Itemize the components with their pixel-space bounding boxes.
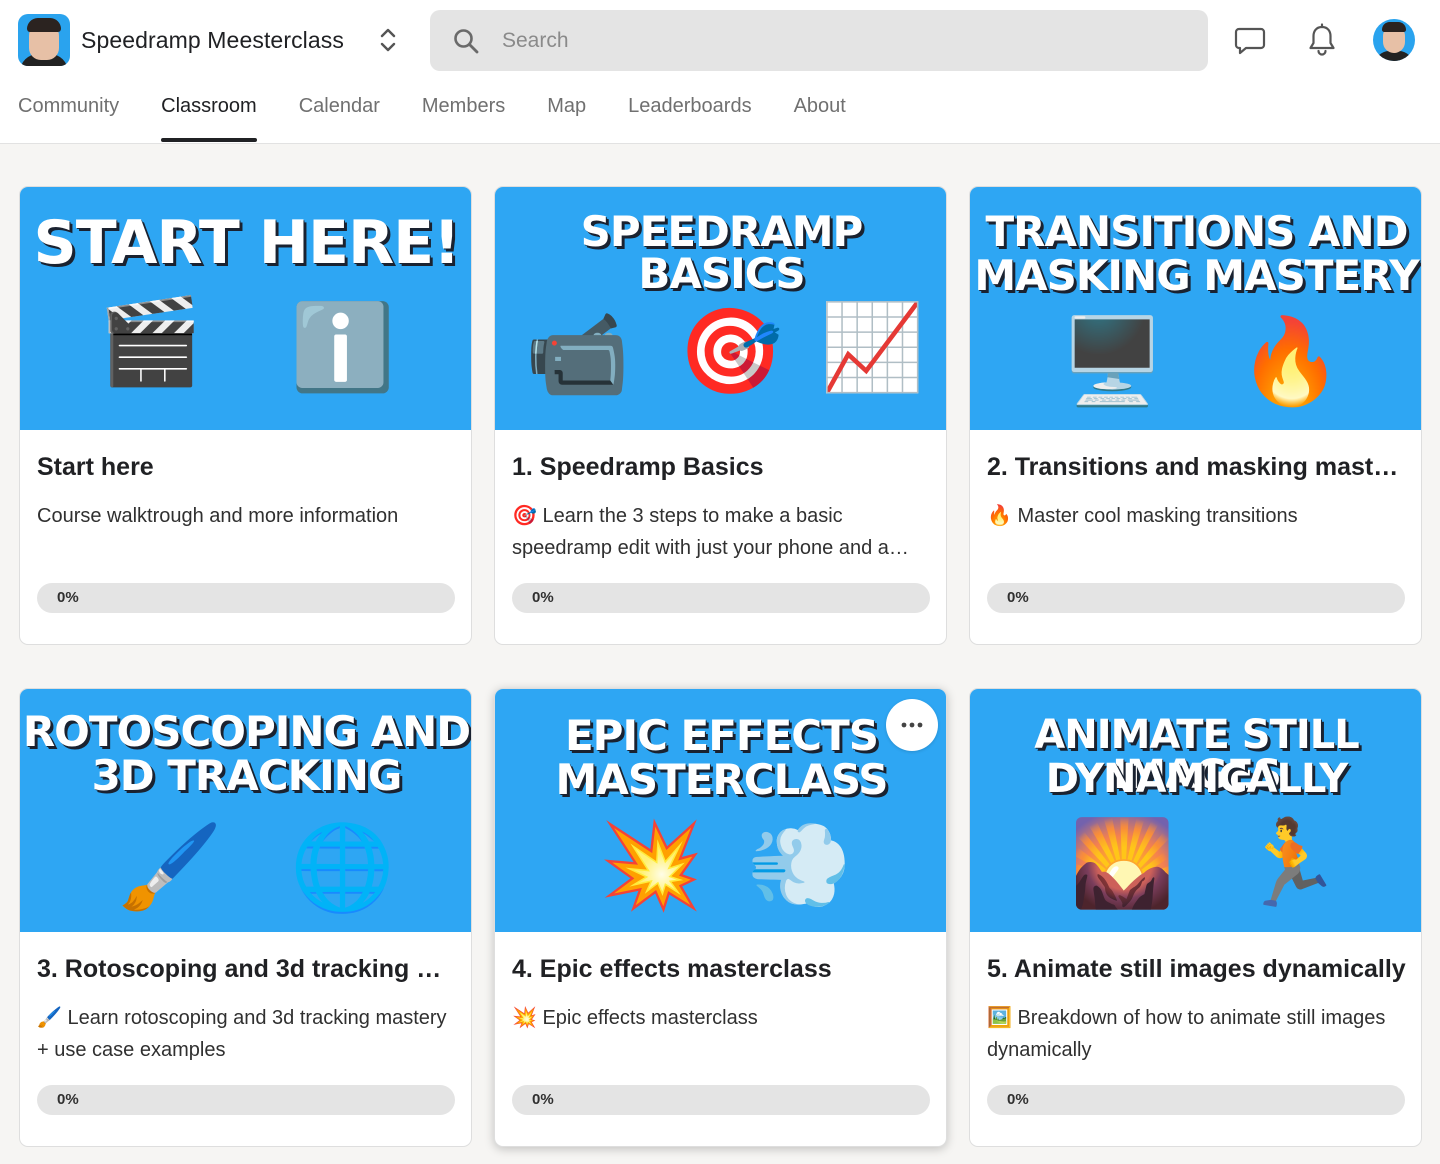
course-description: 🖼️ Breakdown of how to animate still ima…: [987, 1007, 1386, 1061]
course-description: Course walktrough and more information: [37, 505, 399, 527]
tab-map[interactable]: Map: [547, 84, 586, 144]
chat-icon[interactable]: [1232, 22, 1268, 58]
top-header: Speedramp Meesterclass Community Classro…: [0, 0, 1440, 144]
course-progress-bar: 0%: [512, 583, 930, 613]
course-title[interactable]: 5. Animate still images dynamically: [987, 955, 1407, 984]
course-progress-bar: 0%: [987, 583, 1405, 613]
clapper-board-icon: 🎬: [98, 292, 203, 390]
tab-classroom[interactable]: Classroom: [161, 84, 257, 144]
cover-title-line: ROTOSCOPING AND: [22, 707, 471, 756]
search-input[interactable]: [502, 28, 1182, 53]
nav-tabs: Community Classroom Calendar Members Map…: [18, 84, 888, 144]
cover-title-line: 3D TRACKING: [91, 751, 403, 800]
more-options-button[interactable]: [886, 699, 938, 751]
course-description: 🎯 Learn the 3 steps to make a basic spee…: [512, 505, 909, 559]
course-progress-bar: 0%: [987, 1085, 1405, 1115]
course-cover[interactable]: TRANSITIONS AND MASKING MASTERY 🖥️ 🔥: [970, 187, 1421, 430]
fire-icon: 🔥: [1238, 312, 1343, 410]
course-cover[interactable]: ANIMATE STILL IMAGES DYNAMICALLY 🌄 🏃: [970, 689, 1421, 932]
chart-increasing-icon: 📈: [820, 298, 925, 396]
community-name[interactable]: Speedramp Meesterclass: [81, 27, 344, 54]
more-dots-icon: [901, 722, 923, 728]
progress-label: 0%: [57, 589, 79, 606]
progress-label: 0%: [1007, 589, 1029, 606]
community-brand[interactable]: Speedramp Meesterclass: [18, 14, 344, 66]
course-description: 💥 Epic effects masterclass: [512, 1007, 758, 1029]
cover-title-line: MASKING MASTERY: [974, 251, 1419, 300]
information-icon: ℹ️: [290, 298, 395, 396]
community-logo[interactable]: [18, 14, 70, 66]
tab-leaderboards[interactable]: Leaderboards: [628, 84, 751, 144]
community-switcher-chevron-icon[interactable]: [374, 22, 402, 58]
course-progress-bar: 0%: [37, 583, 455, 613]
course-description: 🔥 Master cool masking transitions: [987, 505, 1298, 527]
course-card-start-here[interactable]: START HERE! 🎬 ℹ️ Start here Course walkt…: [19, 186, 472, 645]
tab-members[interactable]: Members: [422, 84, 505, 144]
desktop-computer-icon: 🖥️: [1060, 312, 1165, 410]
course-cover[interactable]: START HERE! 🎬 ℹ️: [20, 187, 471, 430]
user-avatar[interactable]: [1373, 19, 1415, 61]
course-title[interactable]: Start here: [37, 453, 457, 482]
paintbrush-icon: 🖌️: [118, 818, 223, 916]
cover-title-line: DYNAMICALLY: [1045, 756, 1348, 802]
tab-community[interactable]: Community: [18, 84, 119, 144]
course-title[interactable]: 3. Rotoscoping and 3d tracking m…: [37, 955, 457, 984]
tab-about[interactable]: About: [794, 84, 846, 144]
progress-label: 0%: [532, 1091, 554, 1108]
course-card-epic-effects[interactable]: EPIC EFFECTS MASTERCLASS 💥 💨 4. Epic eff…: [494, 688, 947, 1147]
course-progress-bar: 0%: [37, 1085, 455, 1115]
course-card-rotoscoping[interactable]: ROTOSCOPING AND 3D TRACKING 🖌️ 🌐 3. Roto…: [19, 688, 472, 1147]
course-title[interactable]: 2. Transitions and masking mastery: [987, 453, 1407, 482]
cover-title-line: START HERE!: [33, 208, 461, 278]
collision-icon: 💥: [599, 816, 704, 914]
course-card-speedramp-basics[interactable]: SPEEDRAMP BASICS 📹 🎯 📈 1. Speedramp Basi…: [494, 186, 947, 645]
cover-title-line: SPEEDRAMP BASICS: [580, 207, 864, 298]
cover-title-line: TRANSITIONS AND: [985, 207, 1408, 256]
course-title[interactable]: 4. Epic effects masterclass: [512, 955, 932, 984]
tab-calendar[interactable]: Calendar: [299, 84, 380, 144]
course-description: 🖌️ Learn rotoscoping and 3d tracking mas…: [37, 1007, 447, 1061]
progress-label: 0%: [532, 589, 554, 606]
course-card-animate-still-images[interactable]: ANIMATE STILL IMAGES DYNAMICALLY 🌄 🏃 5. …: [969, 688, 1422, 1147]
cover-title-line: MASTERCLASS: [555, 755, 889, 804]
progress-label: 0%: [57, 1091, 79, 1108]
direct-hit-icon: 🎯: [678, 302, 783, 400]
sunrise-over-mountains-icon: 🌄: [1070, 814, 1175, 912]
course-cover[interactable]: ROTOSCOPING AND 3D TRACKING 🖌️ 🌐: [20, 689, 471, 932]
bell-icon[interactable]: [1304, 22, 1340, 58]
course-cover[interactable]: EPIC EFFECTS MASTERCLASS 💥 💨: [495, 689, 946, 932]
globe-icon: 🌐: [290, 818, 395, 916]
cover-title-line: EPIC EFFECTS: [564, 711, 879, 760]
search-bar[interactable]: [430, 10, 1208, 71]
course-title[interactable]: 1. Speedramp Basics: [512, 453, 932, 482]
dashing-away-icon: 💨: [747, 816, 852, 914]
video-camera-icon: 📹: [525, 305, 630, 403]
course-progress-bar: 0%: [512, 1085, 930, 1115]
course-card-transitions-masking[interactable]: TRANSITIONS AND MASKING MASTERY 🖥️ 🔥 2. …: [969, 186, 1422, 645]
course-cover[interactable]: SPEEDRAMP BASICS 📹 🎯 📈: [495, 187, 946, 430]
person-running-icon: 🏃: [1238, 814, 1343, 912]
search-icon: [454, 28, 479, 53]
progress-label: 0%: [1007, 1091, 1029, 1108]
